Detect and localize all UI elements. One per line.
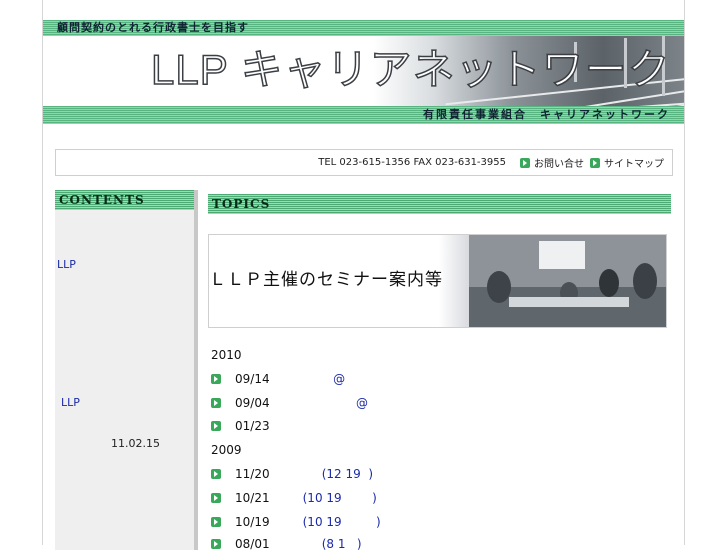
contents-heading: CONTENTS [55,190,194,210]
contact-link[interactable]: お問い合せ [520,155,584,170]
sidebar-date: 11.02.15 [111,437,160,450]
arrow-right-icon [211,493,221,503]
arrow-right-icon [211,517,221,527]
arrow-right-icon [211,421,221,431]
banner-title: ＬＬＰ主催のセミナー案内等 [209,270,443,290]
arrow-right-icon [590,157,600,168]
topic-item[interactable]: 09/14 @ [211,369,345,389]
site-header: 顧問契約のとれる行政書士を目指す LLP キャリアネットワーク 有限責任事業組合… [43,20,684,124]
topics-heading: TOPICS [208,194,671,214]
sitemap-link-label: サイトマップ [604,159,664,170]
contact-bar: TEL 023-615-1356 FAX 023-631-3955 お問い合せ … [55,149,673,176]
arrow-right-icon [520,157,530,168]
year-heading-2009: 2009 [211,443,242,457]
topic-date: 11/20 [235,467,270,481]
arrow-right-icon [211,398,221,408]
topics-heading-label: TOPICS [212,197,271,211]
topic-item[interactable]: 01/23 [211,416,295,436]
organization-name: 有限責任事業組合 キャリアネットワーク [423,108,670,121]
topic-item[interactable]: 10/19 (10 19 ) [211,512,381,532]
topic-date: 10/19 [235,515,270,529]
topic-item[interactable]: 08/01 (8 1 ) [211,534,362,554]
topic-date: 08/01 [235,537,270,551]
main-content: TOPICS ＬＬＰ主催のセミナー案内等 2010 09/14 @ 09/04 … [208,194,671,554]
tel-fax-text: TEL 023-615-1356 FAX 023-631-3955 [318,157,506,168]
topic-title: @ [295,396,369,410]
site-tagline: 顧問契約のとれる行政書士を目指す [57,21,249,34]
topic-item[interactable]: 09/04 @ [211,393,368,413]
arrow-right-icon [211,469,221,479]
seminar-banner[interactable]: ＬＬＰ主催のセミナー案内等 [208,234,667,328]
seminar-photo [469,235,666,327]
topic-date: 10/21 [235,491,270,505]
sidebar-link-llp-2[interactable]: LLP [61,396,80,409]
topic-title: (10 19 ) [295,491,377,505]
topic-item[interactable]: 11/20 (12 19 ) [211,464,373,484]
topic-date: 09/04 [235,396,270,410]
page-container: 顧問契約のとれる行政書士を目指す LLP キャリアネットワーク 有限責任事業組合… [42,0,685,551]
topic-item[interactable]: 10/21 (10 19 ) [211,488,377,508]
header-banner: LLP キャリアネットワーク [43,36,684,106]
topic-title: (10 19 ) [295,515,381,529]
contents-heading-label: CONTENTS [59,193,145,207]
topic-date: 01/23 [235,419,270,433]
contact-link-label: お問い合せ [534,159,584,170]
sitemap-link[interactable]: サイトマップ [590,155,664,170]
arrow-right-icon [211,374,221,384]
site-logo[interactable]: LLP キャリアネットワーク [150,44,671,96]
year-heading-2010: 2010 [211,348,242,362]
topic-date: 09/14 [235,372,270,386]
arrow-right-icon [211,539,221,549]
sidebar: CONTENTS LLP LLP 11.02.15 [55,190,198,550]
sidebar-link-llp-1[interactable]: LLP [57,258,76,271]
topic-title: (8 1 ) [295,537,362,551]
topic-title: @ [295,372,346,386]
topic-title: (12 19 ) [295,467,374,481]
